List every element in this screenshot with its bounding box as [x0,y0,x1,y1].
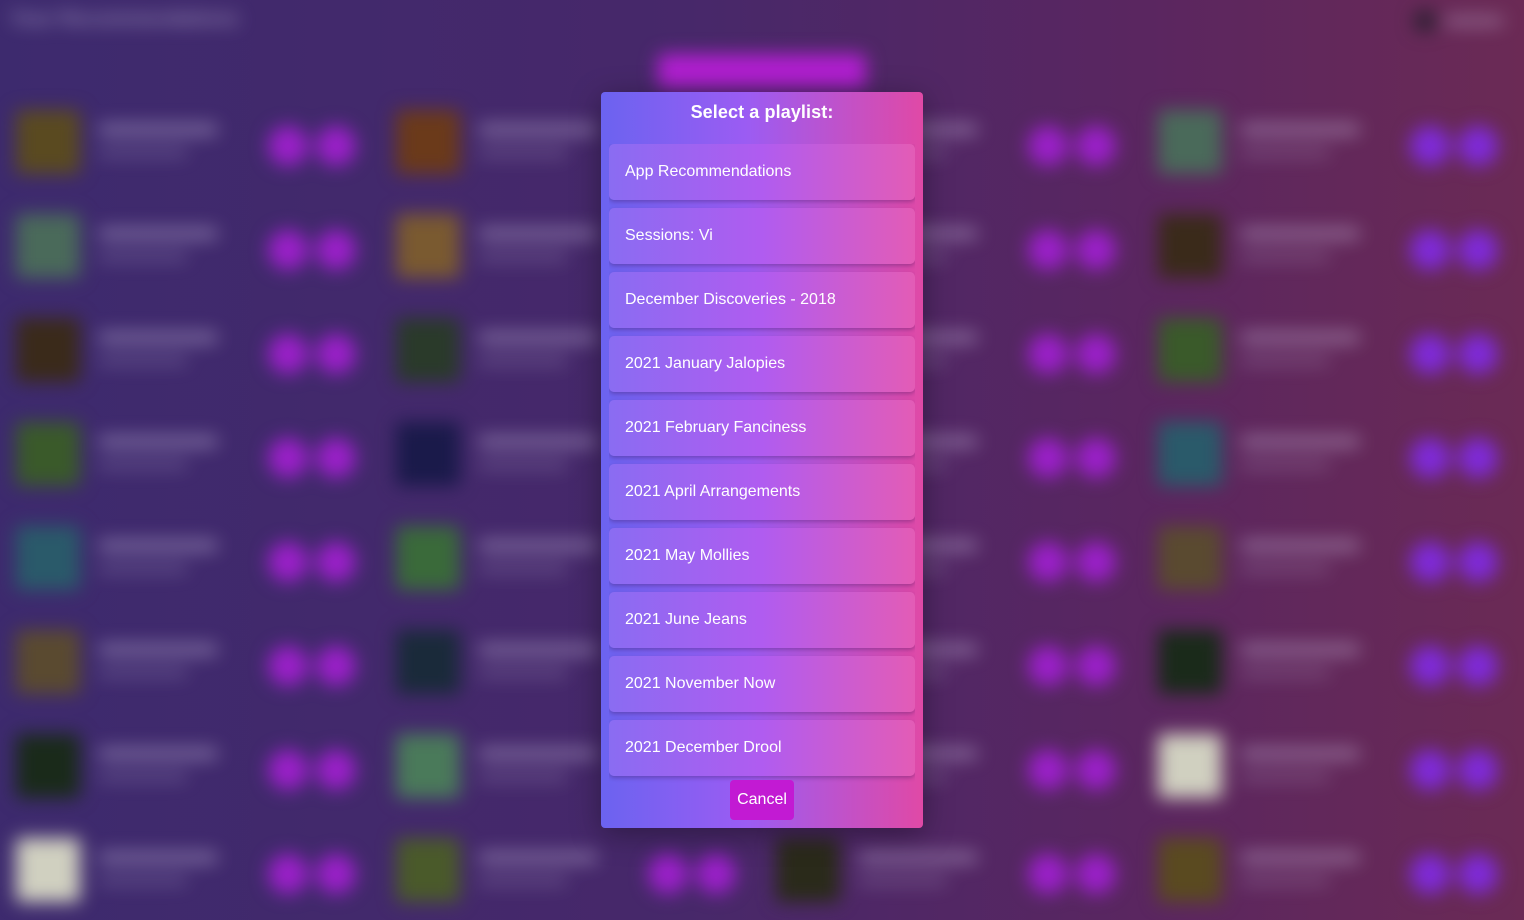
modal-overlay: Select a playlist: App Recommendations Se… [0,0,1524,920]
playlist-item[interactable]: 2021 January Jalopies [609,336,915,392]
playlist-item-label: 2021 February Fanciness [625,419,807,436]
playlist-item-label: 2021 December Drool [625,739,782,756]
dialog-title: Select a playlist: [690,102,834,122]
playlist-item[interactable]: 2021 April Arrangements [609,464,915,520]
playlist-item-label: 2021 June Jeans [625,611,747,628]
playlist-item-label: 2021 November Now [625,675,776,692]
playlist-item-label: 2021 April Arrangements [625,483,801,500]
playlist-item[interactable]: December Discoveries - 2018 [609,272,915,328]
playlist-item[interactable]: 2021 November Now [609,656,915,712]
playlist-item-label: 2021 January Jalopies [625,355,786,372]
playlist-item[interactable]: Sessions: Vi [609,208,915,264]
playlist-item-label: App Recommendations [625,163,792,180]
playlist-item-label: Sessions: Vi [625,227,713,244]
playlist-list[interactable]: App Recommendations Sessions: Vi December … [609,144,915,816]
playlist-item[interactable]: 2021 June Jeans [609,592,915,648]
playlist-item[interactable]: 2021 December Drool [609,720,915,776]
playlist-item[interactable]: 2021 May Mollies [609,528,915,584]
cancel-button[interactable]: Cancel [730,780,794,820]
playlist-item-label: December Discoveries - 2018 [625,291,836,308]
playlist-item[interactable]: App Recommendations [609,144,915,200]
playlist-item[interactable]: 2021 February Fanciness [609,400,915,456]
playlist-dialog: Select a playlist: App Recommendations Se… [601,92,923,828]
playlist-item-label: 2021 May Mollies [625,547,750,564]
